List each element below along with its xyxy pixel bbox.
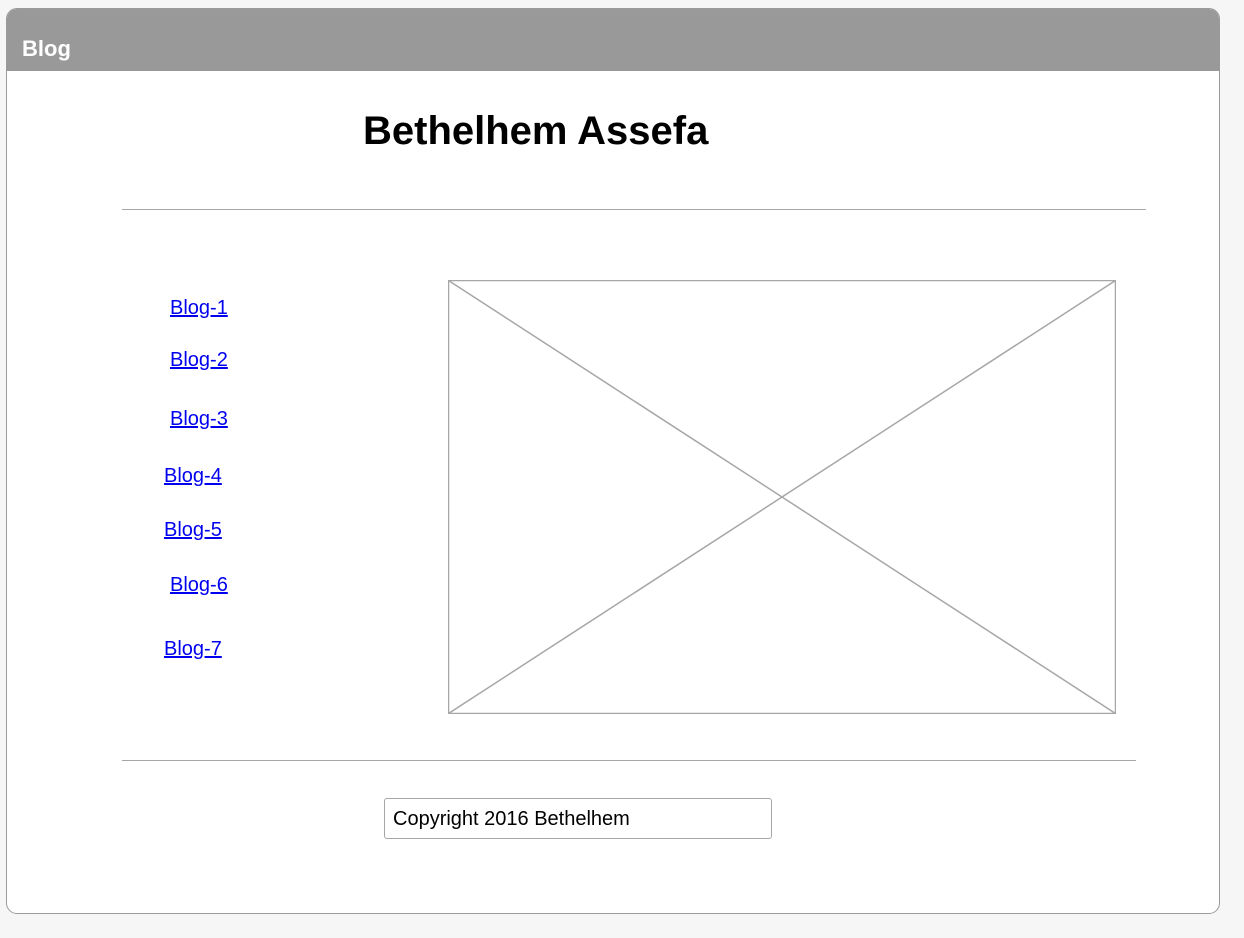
blog-link-4[interactable]: Blog-4 [164, 464, 222, 488]
blog-link-6[interactable]: Blog-6 [170, 573, 228, 597]
browser-window: Blog Bethelhem Assefa Blog-1 Blog-2 Blog… [6, 8, 1220, 914]
copyright-box: Copyright 2016 Bethelhem [384, 798, 772, 839]
footer-divider [122, 760, 1136, 761]
window-title: Blog [22, 36, 71, 61]
image-placeholder-graphic [448, 280, 1116, 714]
blog-link-3[interactable]: Blog-3 [170, 407, 228, 431]
blog-link-2[interactable]: Blog-2 [170, 348, 228, 372]
blog-link-5[interactable]: Blog-5 [164, 518, 222, 542]
blog-link-7[interactable]: Blog-7 [164, 637, 222, 661]
copyright-text: Copyright 2016 Bethelhem [393, 807, 630, 830]
header-divider [122, 209, 1146, 210]
image-placeholder-icon [448, 280, 1116, 714]
window-titlebar: Blog [7, 9, 1219, 71]
page-title: Bethelhem Assefa [363, 109, 709, 153]
blog-link-1[interactable]: Blog-1 [170, 296, 228, 320]
